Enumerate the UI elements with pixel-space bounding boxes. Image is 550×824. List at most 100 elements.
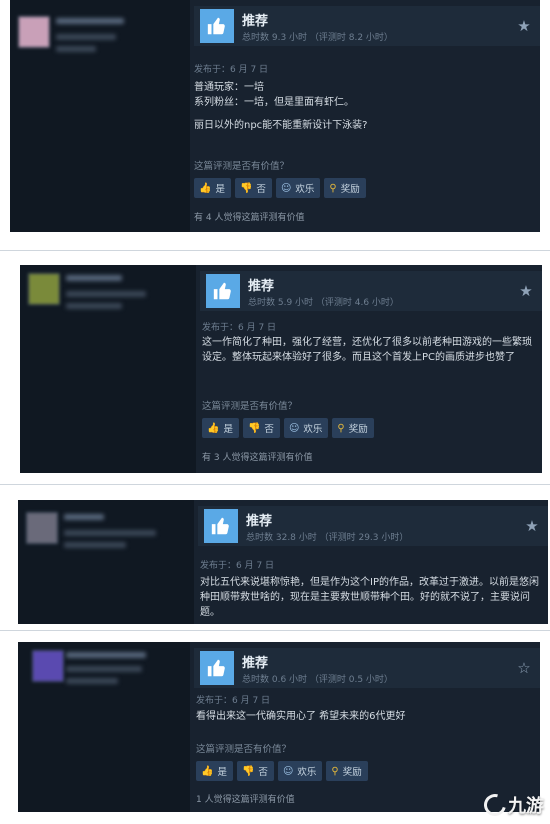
award-icon: ⚲ [329,182,337,194]
author-info [64,530,156,536]
review-line: 普通玩家：一培 [194,82,264,93]
vote-no-button[interactable]: 👎 否 [242,418,280,438]
vote-no-button[interactable]: 👎 否 [236,761,274,781]
star-icon[interactable]: ★ [518,283,534,299]
review-content: 这一作简化了种田，强化了经营，还优化了很多以前老种田游戏的一些繁琐设定。整体玩起… [202,335,536,365]
review-line: 系列粉丝：一培，但是里面有虾仁。 [194,97,354,108]
star-icon[interactable]: ★ [516,18,532,34]
divider [0,484,550,485]
vote-buttons: 👍 是 👎 否 ☺ 欢乐 ⚲ 奖励 [202,418,374,438]
playtime-hours: 总时数 9.3 小时 （评测时 8.2 小时） [242,33,393,43]
review-header: 推荐 总时数 0.6 小时 （评测时 0.5 小时） ☆ [194,648,540,688]
recommendation-title: 推荐 [246,514,273,529]
vote-no-label: 否 [258,767,268,778]
thumbs-down-icon: 👎 [241,765,255,777]
review-content: 普通玩家：一培 系列粉丝：一培，但是里面有虾仁。 丽日以外的npc能不能重新设计… [194,80,534,133]
helpful-count: 有 3 人觉得这篇评测有价值 [202,453,313,463]
review-body: 推荐 总时数 0.6 小时 （评测时 0.5 小时） ☆ 发布于：6 月 7 日… [190,642,540,812]
recommendation-title: 推荐 [242,656,269,671]
vote-no-button[interactable]: 👎 否 [234,178,272,198]
review-header: 推荐 总时数 5.9 小时 （评测时 4.6 小时） ★ [200,271,542,311]
avatar[interactable] [28,273,60,305]
vote-no-label: 否 [256,184,266,195]
thumbs-up-icon: 👍 [201,765,214,777]
posted-date: 发布于：6 月 7 日 [200,561,275,571]
award-label: 奖励 [342,767,362,778]
award-button[interactable]: ⚲ 奖励 [326,761,368,781]
author-name[interactable] [66,275,122,281]
review-content: 看得出来这一代确实用心了 希望未来的6代更好 [196,709,526,724]
review-line: 对比五代来说堪称惊艳，但是作为这个IP的作品，改革过于激进。以前是悠闲种田顺带救… [200,577,539,618]
thumbs-up-icon: 👍 [199,182,212,194]
review-body: 推荐 总时数 5.9 小时 （评测时 4.6 小时） ★ 发布于：6 月 7 日… [196,265,542,473]
vote-yes-button[interactable]: 👍 是 [194,178,231,198]
author-info [64,542,126,548]
vote-funny-label: 欢乐 [297,767,317,778]
vote-buttons: 👍 是 👎 否 ☺ 欢乐 ⚲ 奖励 [196,761,368,781]
helpful-question: 这篇评测是否有价值？ [194,161,290,172]
thumbs-down-icon: 👎 [239,182,253,194]
review-line: 看得出来这一代确实用心了 希望未来的6代更好 [196,711,406,722]
watermark-logo: 九游 [479,789,544,821]
vote-yes-label: 是 [217,767,227,778]
watermark-text: 九游 [508,796,544,817]
avatar[interactable] [32,650,64,682]
avatar[interactable] [26,512,58,544]
playtime-hours: 总时数 32.8 小时 （评测时 29.3 小时） [246,533,409,543]
award-label: 奖励 [340,184,360,195]
thumbs-up-icon [200,651,234,685]
thumbs-up-icon [204,509,238,543]
vote-yes-label: 是 [215,184,225,195]
award-label: 奖励 [348,424,368,435]
divider [0,630,550,631]
thumbs-up-icon [206,274,240,308]
award-icon: ⚲ [331,765,339,777]
vote-funny-label: 欢乐 [295,184,315,195]
avatar[interactable] [18,16,50,48]
review-header: 推荐 总时数 9.3 小时 （评测时 8.2 小时） ★ [194,6,540,46]
vote-buttons: 👍 是 👎 否 ☺ 欢乐 ⚲ 奖励 [194,178,366,198]
author-pane [18,500,203,624]
award-button[interactable]: ⚲ 奖励 [324,178,366,198]
playtime-hours: 总时数 0.6 小时 （评测时 0.5 小时） [242,675,393,685]
posted-date: 发布于：6 月 7 日 [194,65,269,75]
author-info [66,678,118,684]
author-pane [20,265,205,473]
review-body: 推荐 总时数 9.3 小时 （评测时 8.2 小时） ★ 发布于：6 月 7 日… [190,0,540,232]
review-card: 推荐 总时数 32.8 小时 （评测时 29.3 小时） ★ 发布于：6 月 7… [18,500,548,624]
jiuyou-logo-icon [479,789,511,821]
review-card: 推荐 总时数 0.6 小时 （评测时 0.5 小时） ☆ 发布于：6 月 7 日… [18,642,540,812]
author-info [66,666,142,672]
author-name[interactable] [64,514,104,520]
divider [0,250,550,251]
author-info [56,46,96,52]
vote-funny-label: 欢乐 [303,424,323,435]
author-name[interactable] [56,18,124,24]
helpful-question: 这篇评测是否有价值？ [196,744,292,755]
vote-funny-button[interactable]: ☺ 欢乐 [277,761,323,781]
author-info [56,34,116,40]
review-line: 丽日以外的npc能不能重新设计下泳装? [194,120,368,131]
award-button[interactable]: ⚲ 奖励 [332,418,374,438]
smiley-icon: ☺ [288,422,300,434]
author-pane [10,0,195,232]
vote-yes-label: 是 [223,424,233,435]
helpful-count: 有 4 人觉得这篇评测有价值 [194,213,305,223]
review-card: 推荐 总时数 9.3 小时 （评测时 8.2 小时） ★ 发布于：6 月 7 日… [10,0,540,232]
recommendation-title: 推荐 [248,279,275,294]
thumbs-down-icon: 👎 [247,422,261,434]
star-outline-icon[interactable]: ☆ [516,660,532,676]
vote-yes-button[interactable]: 👍 是 [196,761,233,781]
posted-date: 发布于：6 月 7 日 [196,696,271,706]
review-card: 推荐 总时数 5.9 小时 （评测时 4.6 小时） ★ 发布于：6 月 7 日… [20,265,542,473]
author-pane [18,642,203,812]
vote-yes-button[interactable]: 👍 是 [202,418,239,438]
review-body: 推荐 总时数 32.8 小时 （评测时 29.3 小时） ★ 发布于：6 月 7… [194,500,548,624]
vote-funny-button[interactable]: ☺ 欢乐 [283,418,329,438]
award-icon: ⚲ [337,422,345,434]
author-name[interactable] [66,652,146,658]
recommendation-title: 推荐 [242,14,269,29]
author-info [66,291,146,297]
vote-funny-button[interactable]: ☺ 欢乐 [275,178,321,198]
star-icon[interactable]: ★ [524,518,540,534]
